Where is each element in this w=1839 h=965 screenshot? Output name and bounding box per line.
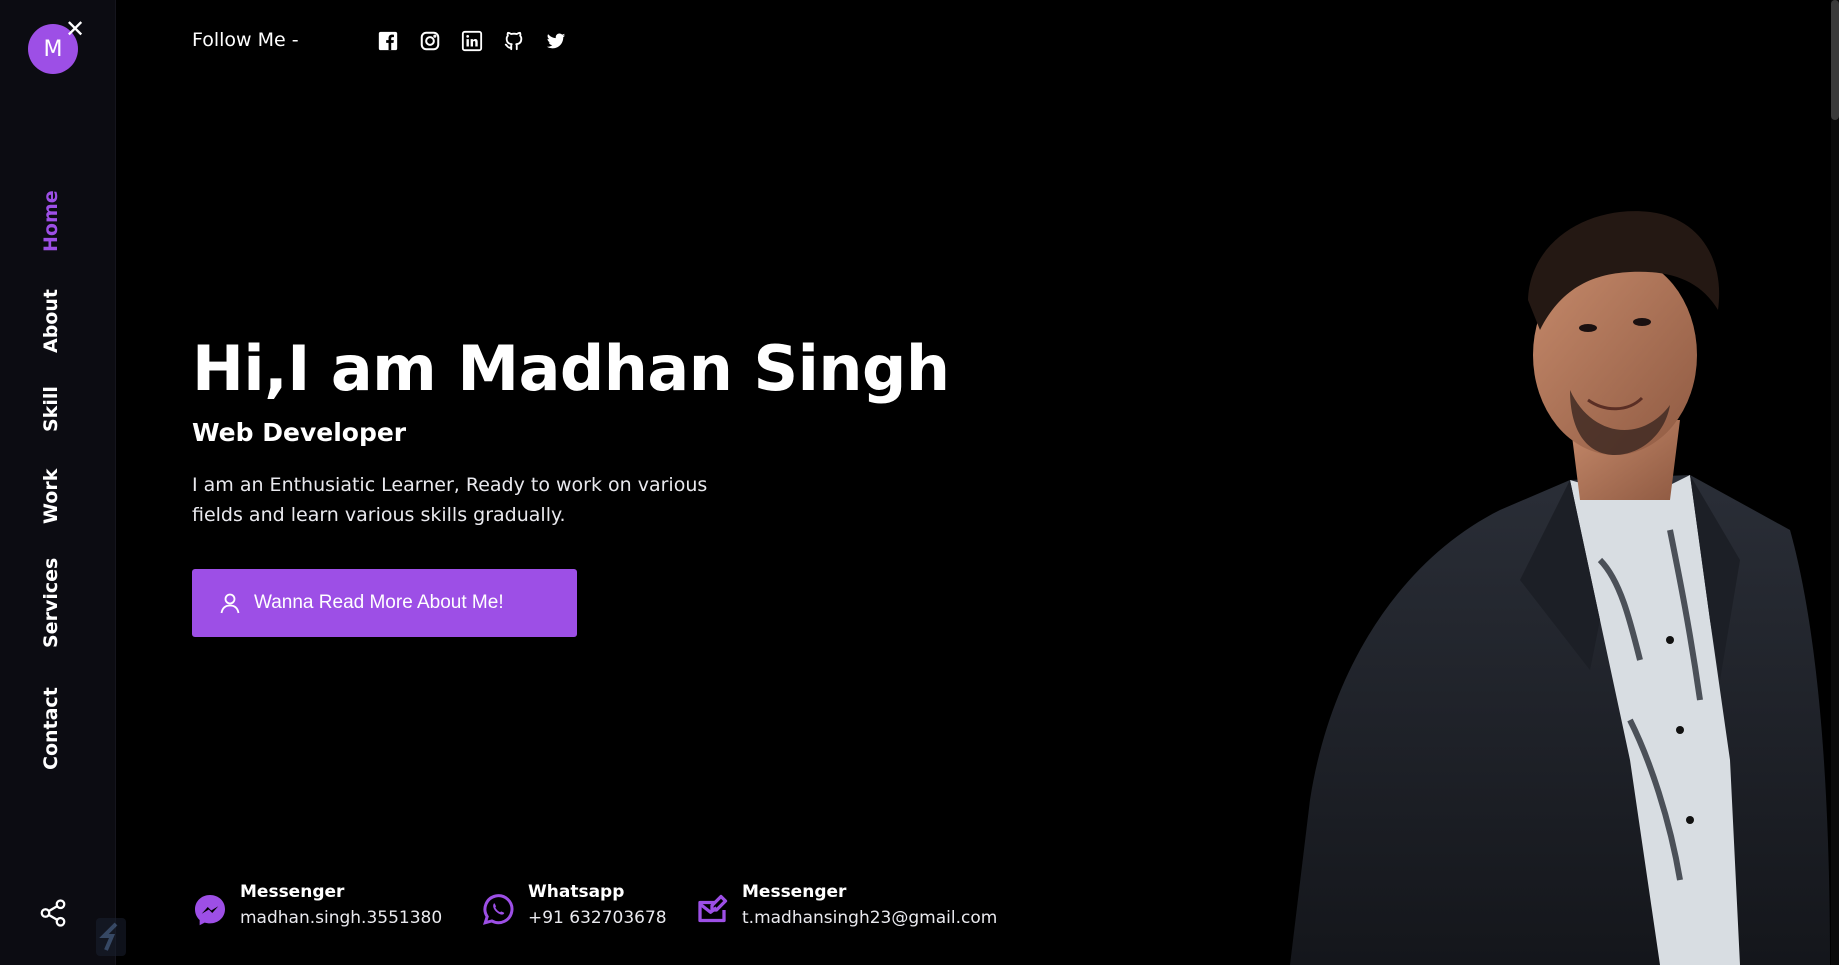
messenger-icon bbox=[195, 895, 225, 926]
user-icon bbox=[220, 593, 240, 614]
github-icon[interactable] bbox=[503, 30, 525, 52]
hero-description: I am an Enthusiatic Learner, Ready to wo… bbox=[192, 474, 708, 526]
contact-email[interactable]: Messenger t.madhansingh23@gmail.com bbox=[694, 880, 997, 932]
instagram-icon[interactable] bbox=[419, 30, 441, 52]
share-icon[interactable] bbox=[38, 898, 68, 928]
facebook-icon[interactable] bbox=[377, 30, 399, 52]
hero-title: Hi,I am Madhan Singh bbox=[192, 332, 950, 405]
hero-subtitle: Web Developer bbox=[192, 418, 407, 447]
nav-item-work[interactable]: Work bbox=[36, 469, 66, 524]
nav-item-skill[interactable]: Skill bbox=[36, 386, 66, 432]
nav-item-about[interactable]: About bbox=[36, 289, 66, 353]
social-links bbox=[377, 30, 567, 52]
contact-value: madhan.singh.3551380 bbox=[240, 908, 443, 928]
nav-item-services[interactable]: Services bbox=[36, 558, 66, 648]
contact-value: t.madhansingh23@gmail.com bbox=[742, 908, 998, 928]
contact-whatsapp[interactable]: Whatsapp +91 632703678 bbox=[480, 880, 667, 932]
nav-item-home[interactable]: Home bbox=[36, 190, 66, 252]
read-more-button[interactable]: Wanna Read More About Me! bbox=[192, 569, 577, 637]
contact-value: +91 632703678 bbox=[528, 908, 667, 928]
close-icon[interactable]: ✕ bbox=[64, 17, 86, 41]
contact-title: Messenger bbox=[240, 882, 345, 902]
contact-messenger[interactable]: Messenger madhan.singh.3551380 bbox=[192, 880, 442, 932]
profile-photo bbox=[1290, 211, 1830, 965]
whatsapp-icon bbox=[482, 894, 514, 925]
mail-icon bbox=[698, 894, 728, 923]
scrollbar[interactable] bbox=[1831, 0, 1839, 965]
twitter-icon[interactable] bbox=[545, 30, 567, 52]
linkedin-icon[interactable] bbox=[461, 30, 483, 52]
follow-label: Follow Me - bbox=[192, 29, 299, 51]
read-more-label: Wanna Read More About Me! bbox=[254, 592, 504, 613]
nav-item-contact[interactable]: Contact bbox=[36, 687, 66, 770]
contact-title: Whatsapp bbox=[528, 882, 625, 902]
logo-icon bbox=[96, 918, 126, 956]
sidebar: M ✕ Home About Skill Work Services Conta… bbox=[0, 0, 126, 965]
contact-title: Messenger bbox=[742, 882, 847, 902]
